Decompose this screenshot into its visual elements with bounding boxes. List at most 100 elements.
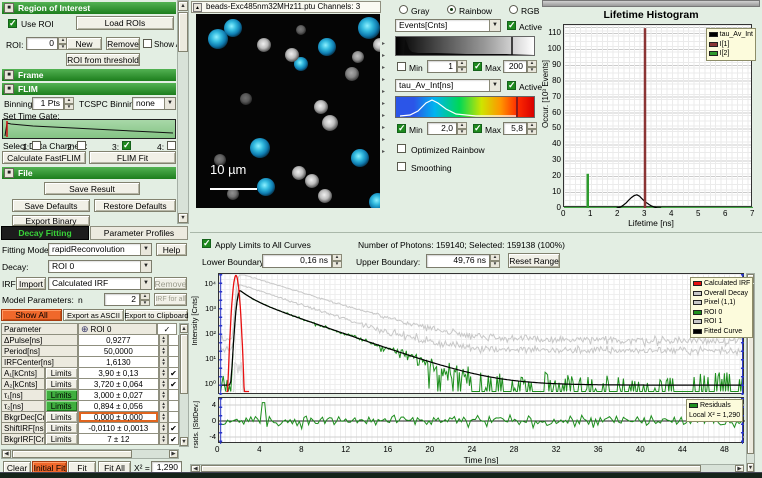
layer2-min-checkbox[interactable] bbox=[397, 124, 406, 133]
left-panel-scrollbar[interactable]: ▲ ▼ bbox=[177, 0, 189, 224]
channel-4-checkbox[interactable] bbox=[167, 141, 176, 150]
tab-parameter-profiles[interactable]: Parameter Profiles bbox=[90, 226, 188, 240]
panel-splitter[interactable]: ▸▸▸▸▸▸▸▸▸▸ bbox=[381, 0, 389, 232]
param-value[interactable]: 1,6130 bbox=[78, 357, 160, 368]
roi-threshold-button[interactable]: ROI from threshold bbox=[66, 53, 140, 66]
channel-1-checkbox[interactable] bbox=[32, 141, 41, 150]
spinner-down-icon[interactable]: ▼ bbox=[332, 261, 342, 268]
spinner-down-icon[interactable]: ▼ bbox=[160, 351, 167, 355]
scroll-up-icon[interactable]: ▲ bbox=[178, 1, 188, 11]
param-fix-checkbox[interactable]: ✔ bbox=[168, 423, 179, 434]
restore-defaults-button[interactable]: Restore Defaults bbox=[94, 199, 176, 212]
spinner-down-icon[interactable]: ▼ bbox=[160, 373, 167, 377]
channel-3-checkbox[interactable] bbox=[122, 141, 131, 150]
mode-radio-gray[interactable] bbox=[399, 5, 408, 14]
layer1-min-input[interactable]: 1 bbox=[427, 60, 457, 73]
collapse-icon[interactable]: ■ bbox=[4, 70, 14, 80]
dropdown-arrow-icon[interactable]: ▼ bbox=[140, 243, 152, 256]
show-all-params-button[interactable]: Show All bbox=[1, 309, 62, 321]
spinner-down-icon[interactable]: ▼ bbox=[140, 300, 150, 307]
spinner-up-icon[interactable]: ▲ bbox=[332, 254, 342, 261]
calculate-fastflim-button[interactable]: Calculate FastFLIM bbox=[2, 151, 86, 164]
limits-button[interactable]: Limits bbox=[45, 412, 78, 423]
scroll-right-icon[interactable]: ▶ bbox=[735, 465, 744, 472]
param-spinner[interactable]: ▲▼ bbox=[159, 434, 168, 445]
param-value[interactable]: 3,000 ± 0,027 bbox=[78, 390, 160, 401]
layer1-min-checkbox[interactable] bbox=[397, 62, 406, 71]
channel-2-checkbox[interactable] bbox=[77, 141, 86, 150]
help-button[interactable]: Help bbox=[156, 243, 187, 256]
splitter-arrow-icon[interactable]: ▸ bbox=[382, 52, 385, 59]
scroll-down-icon[interactable]: ▼ bbox=[180, 437, 188, 446]
param-spinner[interactable]: ▲▼ bbox=[159, 357, 168, 368]
layer1-active-checkbox[interactable] bbox=[507, 21, 516, 30]
collapse-icon[interactable]: ■ bbox=[4, 168, 14, 178]
param-fix-checkbox[interactable] bbox=[168, 335, 179, 346]
param-spinner[interactable]: ▲▼ bbox=[159, 412, 168, 423]
residuals-plot[interactable] bbox=[218, 397, 744, 443]
spinner-up-icon[interactable]: ▲ bbox=[490, 254, 500, 261]
apply-limits-checkbox[interactable] bbox=[202, 239, 211, 248]
layer1-max-spinner[interactable]: ▲▼ bbox=[527, 60, 537, 73]
load-rois-button[interactable]: Load ROIs bbox=[76, 16, 174, 30]
smoothing-checkbox[interactable] bbox=[397, 162, 406, 171]
param-spinner[interactable]: ▲▼ bbox=[159, 379, 168, 390]
scrollbar-thumb[interactable] bbox=[180, 334, 188, 394]
splitter-arrow-icon[interactable]: ▸ bbox=[382, 88, 385, 95]
tab-decay-fitting[interactable]: Decay Fitting bbox=[1, 226, 89, 240]
intensity-gradient-bar[interactable] bbox=[395, 36, 535, 56]
param-fix-checkbox[interactable] bbox=[168, 357, 179, 368]
table-h-scrollbar[interactable]: ◀ ▶ bbox=[1, 449, 179, 459]
splitter-arrow-icon[interactable]: ▸ bbox=[382, 100, 385, 107]
tcspc-binning-dropdown[interactable]: none▼ bbox=[132, 97, 176, 110]
splitter-arrow-icon[interactable]: ▸ bbox=[382, 64, 385, 71]
dropdown-arrow-icon[interactable]: ▼ bbox=[489, 79, 501, 92]
export-binary-button[interactable]: Export Binary bbox=[12, 215, 90, 226]
spinner-down-icon[interactable]: ▼ bbox=[490, 261, 500, 268]
scroll-down-icon[interactable]: ▼ bbox=[178, 213, 188, 223]
collapse-icon[interactable]: ■ bbox=[4, 84, 14, 94]
layer2-min-input[interactable]: 2,0 bbox=[427, 122, 457, 135]
spinner-down-icon[interactable]: ▼ bbox=[457, 129, 467, 136]
layer2-min-spinner[interactable]: ▲▼ bbox=[457, 122, 467, 135]
lower-boundary-input[interactable]: 0,16 ns bbox=[262, 254, 332, 268]
layer2-max-input[interactable]: 5,8 bbox=[503, 122, 527, 135]
export-clipboard-button[interactable]: Export to Clipboard bbox=[125, 309, 188, 321]
param-value[interactable]: 0,000 ± 0,000 bbox=[78, 412, 160, 423]
param-fix-checkbox[interactable]: ✔ bbox=[168, 379, 179, 390]
param-value[interactable]: 0,894 ± 0,056 bbox=[78, 401, 160, 412]
param-fix-checkbox[interactable]: ✔ bbox=[168, 368, 179, 379]
param-value[interactable]: 0,9277 bbox=[78, 335, 160, 346]
limits-button[interactable]: Limits bbox=[45, 390, 78, 401]
use-roi-checkbox[interactable] bbox=[8, 19, 17, 28]
param-spinner[interactable]: ▲▼ bbox=[159, 423, 168, 434]
limits-button[interactable]: Limits bbox=[45, 379, 78, 390]
binning-spinner[interactable]: ▲▼ bbox=[64, 97, 74, 110]
spinner-down-icon[interactable]: ▼ bbox=[457, 67, 467, 74]
dropdown-arrow-icon[interactable]: ▼ bbox=[489, 19, 501, 32]
param-fix-checkbox[interactable] bbox=[168, 401, 179, 412]
mode-radio-rainbow[interactable] bbox=[447, 5, 456, 14]
spinner-down-icon[interactable]: ▼ bbox=[527, 67, 537, 74]
layer1-max-input[interactable]: 200 bbox=[503, 60, 527, 73]
layer2-max-checkbox[interactable] bbox=[473, 124, 482, 133]
param-spinner[interactable]: ▲▼ bbox=[159, 335, 168, 346]
upper-boundary-input[interactable]: 49,76 ns bbox=[426, 254, 490, 268]
spinner-down-icon[interactable]: ▼ bbox=[527, 129, 537, 136]
save-result-button[interactable]: Save Result bbox=[44, 182, 140, 195]
export-ascii-button[interactable]: Export as ASCII bbox=[63, 309, 124, 321]
param-spinner[interactable]: ▲▼ bbox=[159, 401, 168, 412]
scroll-right-icon[interactable]: ▶ bbox=[169, 450, 178, 458]
upper-boundary-spinner[interactable]: ▲▼ bbox=[490, 254, 500, 268]
spinner-down-icon[interactable]: ▼ bbox=[160, 406, 167, 410]
scroll-left-icon[interactable]: ◀ bbox=[2, 450, 11, 458]
irf-dropdown[interactable]: Calculated IRF▼ bbox=[48, 277, 152, 290]
decay-curve-plot[interactable] bbox=[218, 273, 744, 394]
spinner-down-icon[interactable]: ▼ bbox=[160, 439, 167, 443]
dropdown-arrow-icon[interactable]: ▼ bbox=[140, 277, 152, 290]
spinner-down-icon[interactable]: ▼ bbox=[160, 362, 167, 366]
binning-input[interactable]: 1 Pts bbox=[32, 97, 64, 110]
table-scrollbar[interactable]: ▲ ▼ bbox=[179, 323, 189, 447]
collapse-icon[interactable]: ■ bbox=[4, 3, 14, 13]
roi-remove-button[interactable]: Remove bbox=[106, 37, 140, 50]
